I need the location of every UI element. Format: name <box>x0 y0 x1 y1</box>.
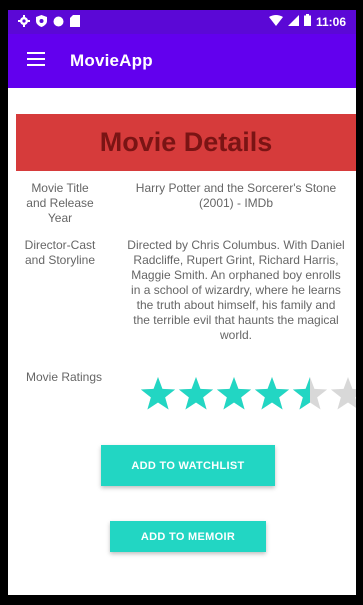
status-time: 11:06 <box>315 14 346 29</box>
wifi-icon <box>268 14 283 29</box>
add-to-memoir-button[interactable]: ADD TO MEMOIR <box>110 521 266 552</box>
storyline-line: Directed by Chris Columbus. With Daniel <box>127 238 345 252</box>
storyline-line: Radcliffe, Rupert Grint, Richard Harris, <box>133 253 339 267</box>
movie-details-banner: Movie Details <box>16 114 356 171</box>
title-label-line: Year <box>47 211 73 225</box>
title-value: Harry Potter and the Sorcerer's Stone (2… <box>120 181 352 211</box>
rating-star[interactable] <box>254 377 290 410</box>
storyline-line: Maggie Smith. An orphaned boy enrolls <box>131 268 341 282</box>
rating-star[interactable] <box>178 377 214 410</box>
star-filled-fill <box>216 377 252 410</box>
menu-button[interactable] <box>8 34 64 88</box>
star-filled-fill <box>254 377 290 410</box>
rating-star[interactable] <box>292 377 328 410</box>
status-right-icons: 11:06 <box>268 14 346 29</box>
rating-bar[interactable] <box>128 373 356 417</box>
circle-icon <box>53 14 64 32</box>
storyline-line: world. <box>219 328 252 342</box>
battery-icon <box>303 14 311 29</box>
status-bar: 11:06 <box>8 10 356 34</box>
app-bar: MovieApp <box>8 34 356 88</box>
star-filled-fill <box>178 377 214 410</box>
star-filled-fill <box>140 377 176 410</box>
director-label-line: and Storyline <box>24 253 96 267</box>
director-label-line: Director-Cast <box>24 238 96 252</box>
rating-star[interactable] <box>330 377 356 410</box>
status-left-icons <box>18 14 80 32</box>
title-label: Movie Title and Release Year <box>22 181 98 226</box>
director-storyline-value: Directed by Chris Columbus. With Daniel … <box>120 238 352 343</box>
director-label: Director-Cast and Storyline <box>18 238 102 268</box>
star-empty-fill <box>330 377 356 410</box>
ratings-label: Movie Ratings <box>25 370 103 384</box>
title-value-line: Harry Potter and the Sorcerer's Stone <box>135 181 337 195</box>
storyline-line: the truth about himself, his family and <box>136 298 336 312</box>
add-to-watchlist-button[interactable]: ADD TO WATCHLIST <box>101 445 275 486</box>
title-label-line: and Release <box>26 196 94 210</box>
signal-icon <box>287 14 299 29</box>
app-screen: 11:06 MovieApp Movie Details Movie Title… <box>8 10 356 595</box>
storyline-line: in a school of wizardry, where he learns <box>131 283 341 297</box>
shield-icon <box>36 14 47 32</box>
title-label-line: Movie Title <box>31 181 89 195</box>
app-title: MovieApp <box>70 51 153 70</box>
gear-icon <box>18 14 30 32</box>
banner-title: Movie Details <box>99 127 273 157</box>
sd-card-icon <box>70 14 80 32</box>
storyline-line: the terrible evil that haunts the magica… <box>133 313 339 327</box>
title-value-line: (2001) - IMDb <box>198 196 274 210</box>
hamburger-menu-icon <box>27 51 45 71</box>
rating-star[interactable] <box>216 377 252 410</box>
rating-star[interactable] <box>140 377 176 410</box>
